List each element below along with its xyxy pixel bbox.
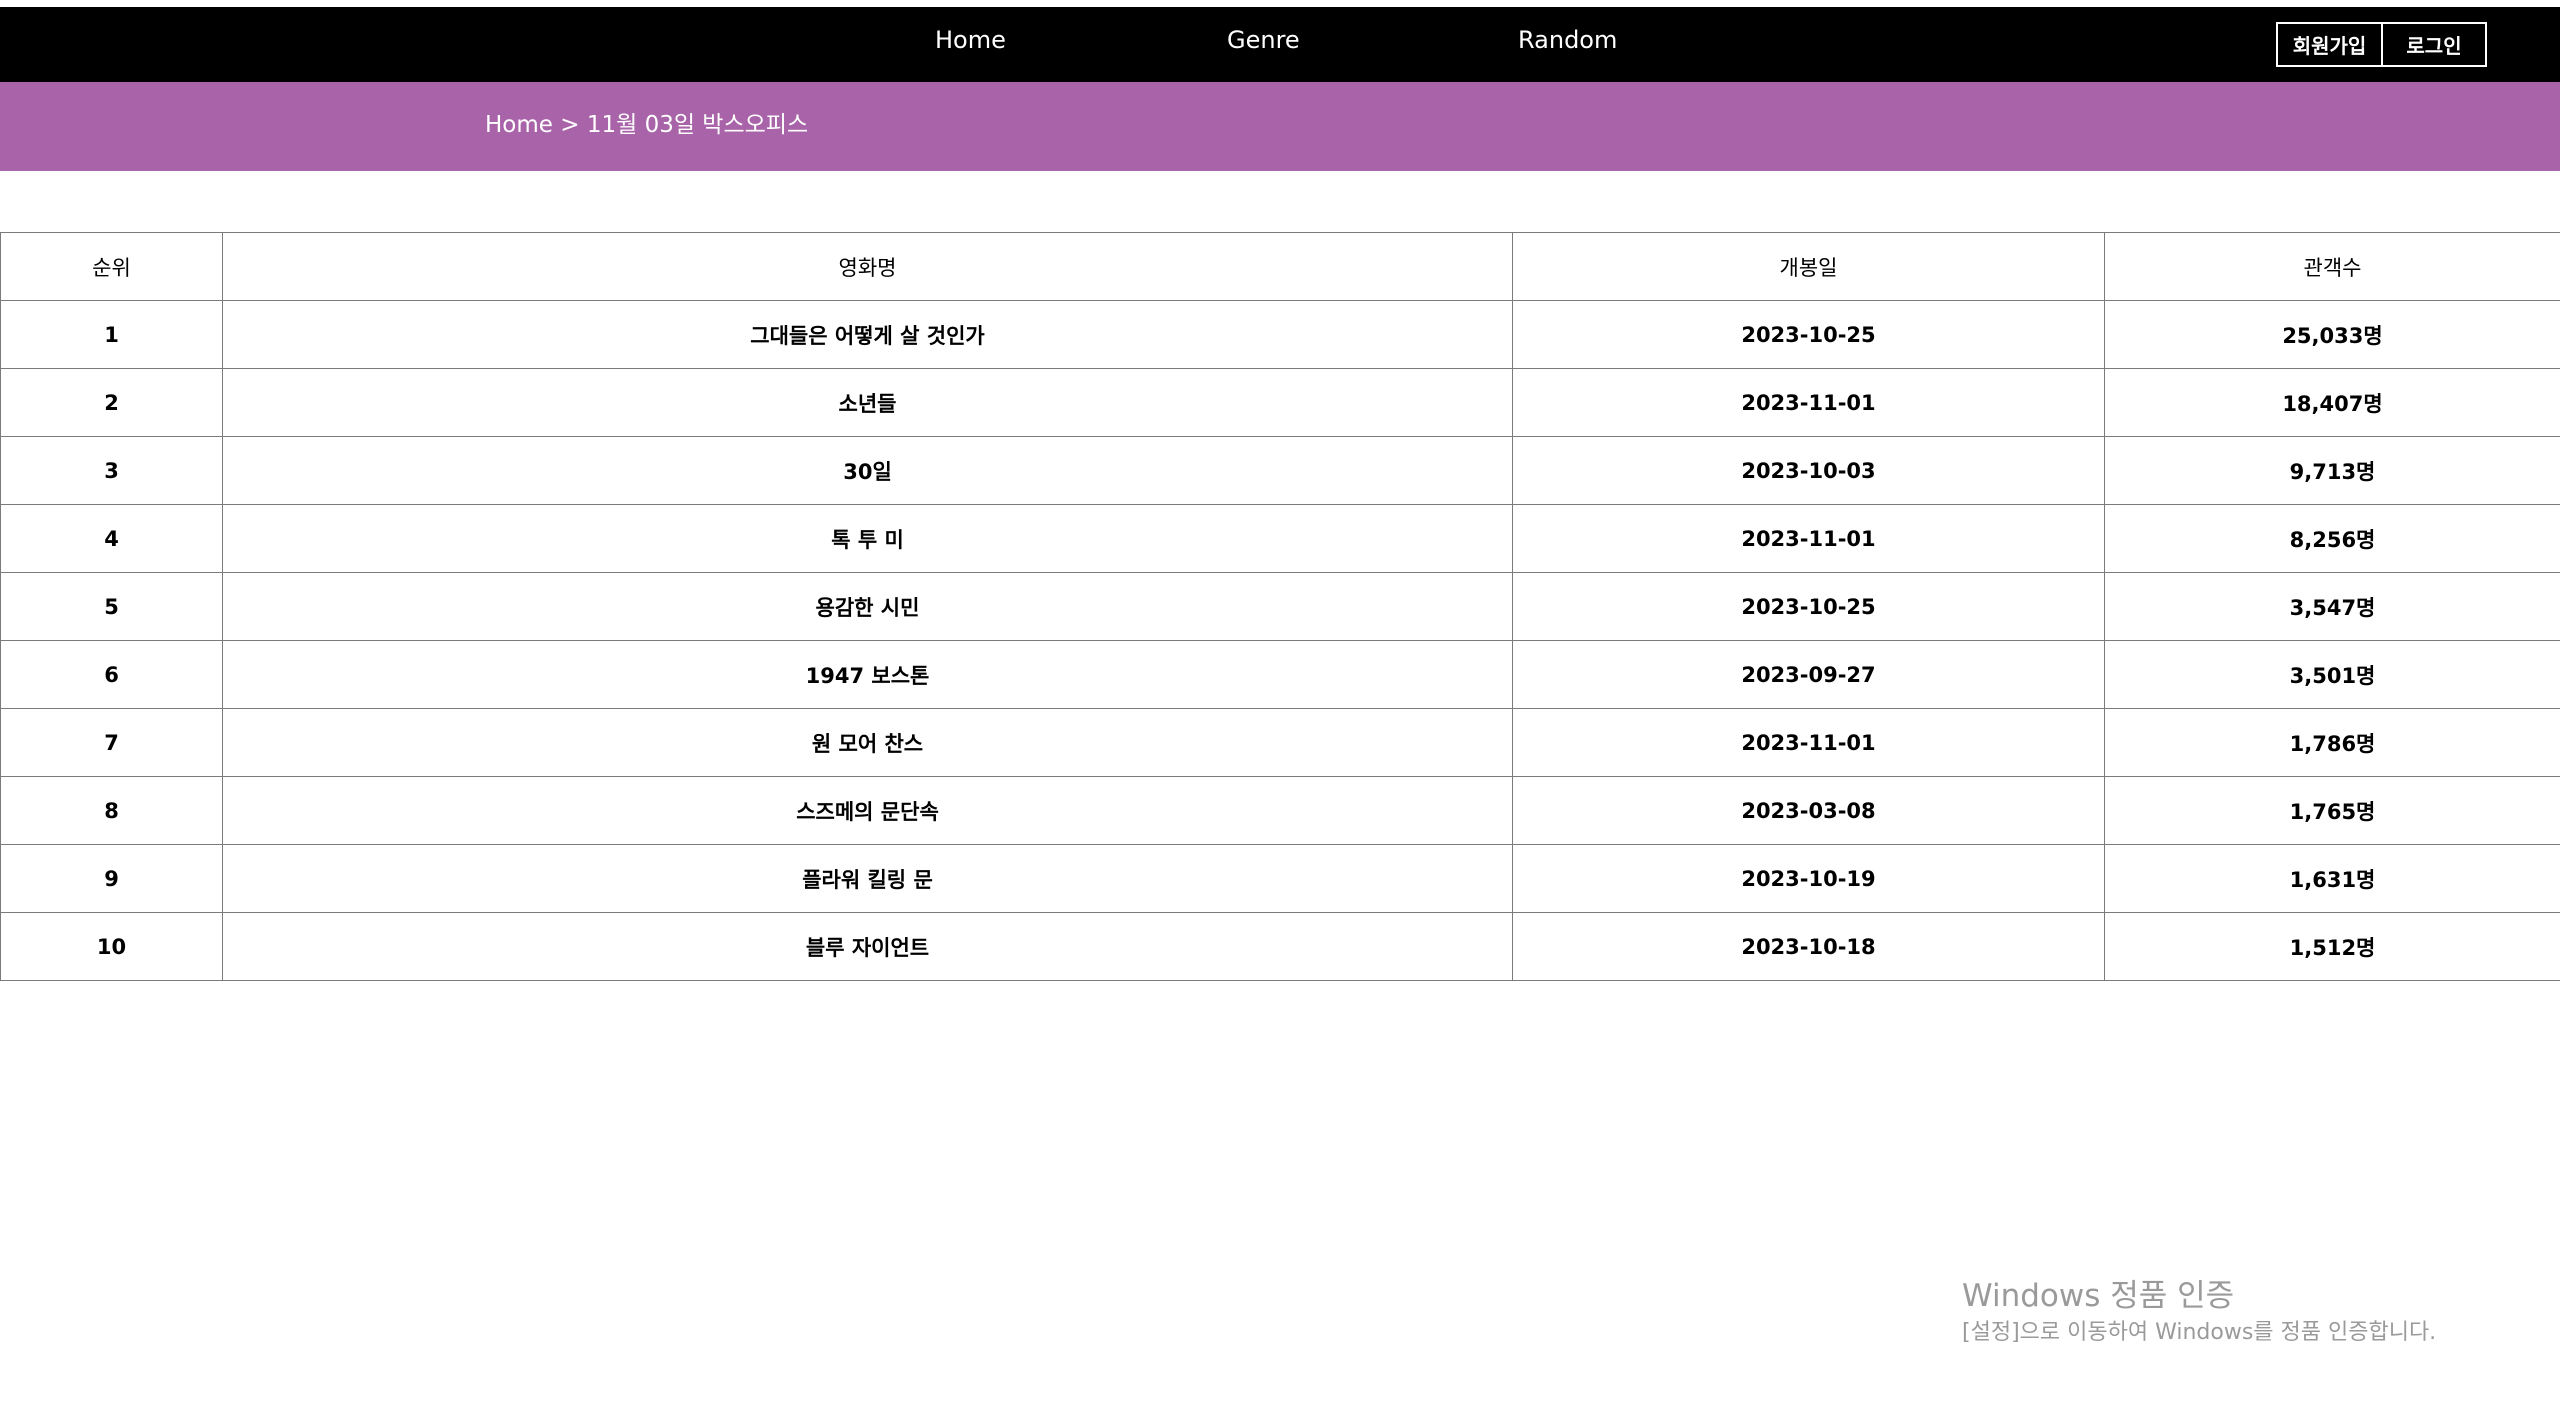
cell-audience: 1,786명 <box>2104 708 2560 777</box>
table-row: 4 톡 투 미 2023-11-01 8,256명 <box>0 504 2560 573</box>
cell-rank: 9 <box>0 844 223 913</box>
cell-release-date: 2023-10-19 <box>1512 844 2105 913</box>
top-gap <box>0 0 2560 7</box>
signup-button[interactable]: 회원가입 <box>2278 24 2383 65</box>
navbar: Home Genre Random 회원가입 로그인 <box>0 7 2560 82</box>
cell-release-date: 2023-10-25 <box>1512 572 2105 641</box>
header-audience: 관객수 <box>2104 232 2560 301</box>
watermark-title: Windows 정품 인증 <box>1962 1278 2235 1314</box>
cell-title: 용감한 시민 <box>222 572 1513 641</box>
cell-audience: 9,713명 <box>2104 436 2560 505</box>
table-row: 10 블루 자이언트 2023-10-18 1,512명 <box>0 912 2560 981</box>
cell-release-date: 2023-11-01 <box>1512 708 2105 777</box>
breadcrumb-band: Home > 11월 03일 박스오피스 <box>0 82 2560 171</box>
cell-audience: 8,256명 <box>2104 504 2560 573</box>
cell-title: 소년들 <box>222 368 1513 437</box>
cell-title: 1947 보스톤 <box>222 640 1513 709</box>
cell-release-date: 2023-10-25 <box>1512 300 2105 369</box>
cell-rank: 7 <box>0 708 223 777</box>
cell-title: 원 모어 찬스 <box>222 708 1513 777</box>
cell-rank: 10 <box>0 912 223 981</box>
table-header-row: 순위 영화명 개봉일 관객수 <box>0 232 2560 301</box>
breadcrumb: Home > 11월 03일 박스오피스 <box>485 110 808 140</box>
cell-release-date: 2023-11-01 <box>1512 368 2105 437</box>
breadcrumb-home-link[interactable]: Home <box>485 112 553 138</box>
table-row: 2 소년들 2023-11-01 18,407명 <box>0 368 2560 437</box>
cell-release-date: 2023-03-08 <box>1512 776 2105 845</box>
cell-audience: 3,547명 <box>2104 572 2560 641</box>
cell-audience: 25,033명 <box>2104 300 2560 369</box>
cell-release-date: 2023-11-01 <box>1512 504 2105 573</box>
nav-home-link[interactable]: Home <box>935 25 1006 55</box>
table-row: 7 원 모어 찬스 2023-11-01 1,786명 <box>0 708 2560 777</box>
table-row: 3 30일 2023-10-03 9,713명 <box>0 436 2560 505</box>
nav-genre-link[interactable]: Genre <box>1227 25 1300 55</box>
cell-title: 톡 투 미 <box>222 504 1513 573</box>
nav-random-link[interactable]: Random <box>1518 25 1617 55</box>
cell-rank: 1 <box>0 300 223 369</box>
cell-rank: 5 <box>0 572 223 641</box>
cell-rank: 3 <box>0 436 223 505</box>
page: Home Genre Random 회원가입 로그인 Home > 11월 03… <box>0 0 2560 1410</box>
cell-title: 블루 자이언트 <box>222 912 1513 981</box>
cell-rank: 6 <box>0 640 223 709</box>
auth-buttons: 회원가입 로그인 <box>2276 22 2487 67</box>
watermark-subtitle: [설정]으로 이동하여 Windows를 정품 인증합니다. <box>1962 1320 2437 1345</box>
table-row: 1 그대들은 어떻게 살 것인가 2023-10-25 25,033명 <box>0 300 2560 369</box>
login-button[interactable]: 로그인 <box>2383 24 2485 65</box>
header-release-date: 개봉일 <box>1512 232 2105 301</box>
cell-audience: 1,512명 <box>2104 912 2560 981</box>
cell-audience: 3,501명 <box>2104 640 2560 709</box>
cell-release-date: 2023-10-18 <box>1512 912 2105 981</box>
header-title: 영화명 <box>222 232 1513 301</box>
cell-release-date: 2023-10-03 <box>1512 436 2105 505</box>
table-row: 6 1947 보스톤 2023-09-27 3,501명 <box>0 640 2560 709</box>
table-row: 9 플라워 킬링 문 2023-10-19 1,631명 <box>0 844 2560 913</box>
cell-rank: 8 <box>0 776 223 845</box>
cell-title: 30일 <box>222 436 1513 505</box>
windows-activation-watermark: Windows 정품 인증 [설정]으로 이동하여 Windows를 정품 인증… <box>1962 1276 2436 1348</box>
cell-audience: 18,407명 <box>2104 368 2560 437</box>
cell-release-date: 2023-09-27 <box>1512 640 2105 709</box>
breadcrumb-separator: > <box>552 112 587 138</box>
cell-audience: 1,765명 <box>2104 776 2560 845</box>
header-rank: 순위 <box>0 232 223 301</box>
table-row: 8 스즈메의 문단속 2023-03-08 1,765명 <box>0 776 2560 845</box>
cell-rank: 4 <box>0 504 223 573</box>
table-row: 5 용감한 시민 2023-10-25 3,547명 <box>0 572 2560 641</box>
boxoffice-table: 순위 영화명 개봉일 관객수 1 그대들은 어떻게 살 것인가 2023-10-… <box>0 232 2560 981</box>
cell-title: 플라워 킬링 문 <box>222 844 1513 913</box>
cell-rank: 2 <box>0 368 223 437</box>
cell-title: 스즈메의 문단속 <box>222 776 1513 845</box>
cell-audience: 1,631명 <box>2104 844 2560 913</box>
cell-title: 그대들은 어떻게 살 것인가 <box>222 300 1513 369</box>
breadcrumb-current: 11월 03일 박스오피스 <box>586 112 809 138</box>
